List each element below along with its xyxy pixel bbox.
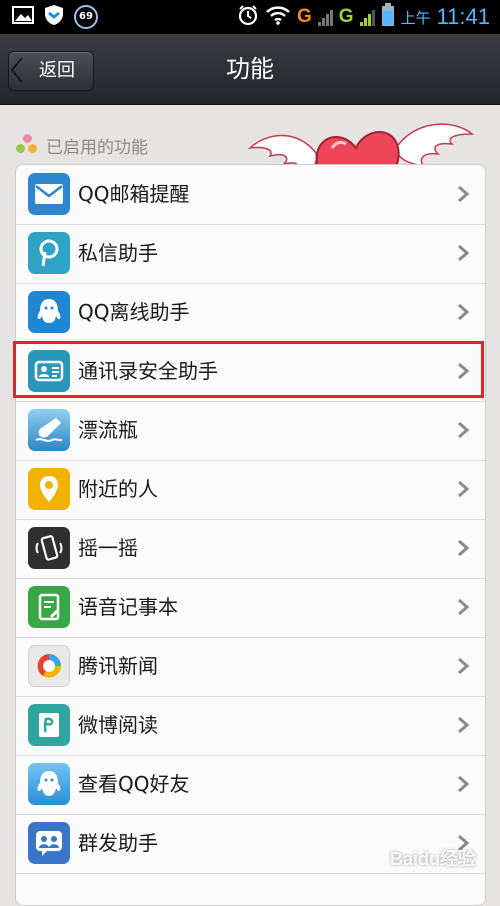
wifi-icon: [265, 5, 291, 29]
list-item-qq-mail[interactable]: QQ邮箱提醒: [16, 165, 485, 225]
chevron-right-icon: [458, 480, 469, 498]
list-item-label: 腾讯新闻: [78, 654, 158, 678]
chevron-right-icon: [458, 303, 469, 321]
qq-penguin-icon: [28, 291, 70, 333]
drift-bottle-icon: [28, 409, 70, 451]
section-label: 已启用的功能: [46, 137, 148, 158]
chevron-right-icon: [458, 539, 469, 557]
clock-time: 11:41: [436, 4, 490, 29]
list-item-partial: [16, 873, 485, 905]
shield-icon: [44, 4, 64, 30]
list-item-private-message[interactable]: 私信助手: [16, 224, 485, 284]
list-item-label: 漂流瓶: [78, 418, 138, 442]
list-item-label: QQ邮箱提醒: [78, 182, 190, 206]
voice-notepad-icon: [28, 586, 70, 628]
list-item-view-qq-friends[interactable]: 查看QQ好友: [16, 755, 485, 815]
network-type-2: G: [338, 6, 354, 27]
back-arrow-icon: [10, 57, 23, 83]
section-header: 已启用的功能: [16, 132, 148, 158]
feature-list: QQ邮箱提醒 私信助手 QQ离线助手 通讯录安全助手 漂流瓶 附近的人 摇一摇 …: [15, 164, 486, 906]
list-item-label: 微博阅读: [78, 713, 158, 737]
chevron-right-icon: [458, 716, 469, 734]
notification-count-badge: 69: [74, 5, 98, 29]
list-item-label: QQ离线助手: [78, 300, 190, 324]
list-item-label: 私信助手: [78, 241, 158, 265]
highlight-box: [13, 341, 484, 398]
list-item-drift-bottle[interactable]: 漂流瓶: [16, 401, 485, 461]
list-item-shake[interactable]: 摇一摇: [16, 519, 485, 579]
list-item-qq-offline[interactable]: QQ离线助手: [16, 283, 485, 343]
qq-friend-icon: [28, 763, 70, 805]
location-pin-icon: [28, 468, 70, 510]
back-button[interactable]: 返回: [8, 51, 94, 91]
back-button-label: 返回: [39, 60, 75, 81]
title-bar: 功能 返回: [0, 34, 500, 105]
feature-dots-icon: [16, 134, 38, 156]
gallery-icon: [12, 6, 34, 28]
list-item-voice-notepad[interactable]: 语音记事本: [16, 578, 485, 638]
tencent-news-icon: [28, 645, 70, 687]
ampm-text: 上午: [400, 8, 431, 27]
list-item-label: 摇一摇: [78, 536, 138, 560]
status-bar: 69 G G 上午 11:41: [0, 0, 500, 34]
network-type-1: G: [297, 6, 312, 27]
signal-1-icon: [317, 8, 333, 26]
chevron-right-icon: [458, 244, 469, 262]
signal-2-icon: [359, 8, 375, 26]
chevron-right-icon: [458, 421, 469, 439]
list-item-nearby-people[interactable]: 附近的人: [16, 460, 485, 520]
list-item-label: 附近的人: [78, 477, 158, 501]
chevron-right-icon: [458, 598, 469, 616]
watermark: Baidu经验: [389, 849, 476, 869]
chevron-right-icon: [458, 657, 469, 675]
group-send-icon: [28, 822, 70, 864]
alarm-icon: [237, 4, 259, 30]
list-item-weibo-reading[interactable]: 微博阅读: [16, 696, 485, 756]
battery-icon: [381, 3, 395, 31]
list-item-label: 群发助手: [78, 831, 158, 855]
mail-icon: [28, 173, 70, 215]
weibo-reading-icon: [28, 704, 70, 746]
private-message-icon: [28, 232, 70, 274]
list-item-label: 语音记事本: [78, 595, 178, 619]
list-item-tencent-news[interactable]: 腾讯新闻: [16, 637, 485, 697]
list-item-label: 查看QQ好友: [78, 772, 190, 796]
chevron-right-icon: [458, 185, 469, 203]
chevron-right-icon: [458, 775, 469, 793]
shake-phone-icon: [28, 527, 70, 569]
